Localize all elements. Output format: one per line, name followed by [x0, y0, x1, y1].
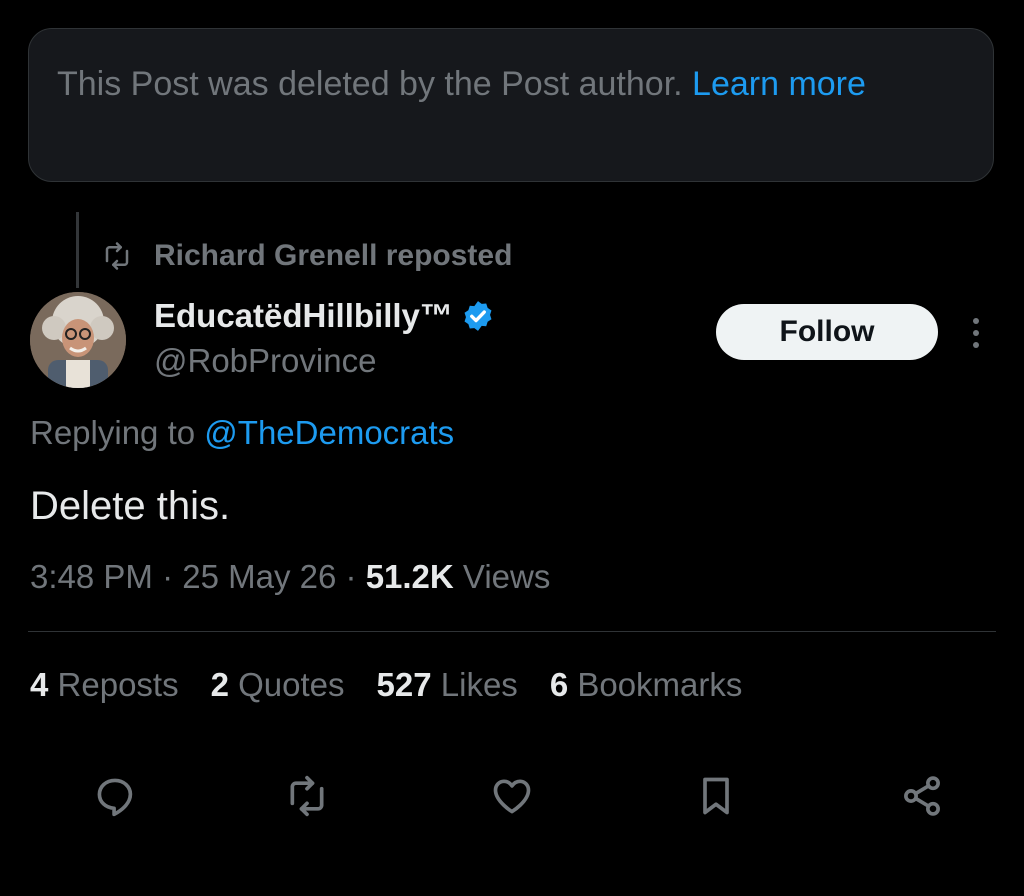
- author-display-name[interactable]: EducatëdHillbilly™: [154, 297, 453, 335]
- bookmarks-stat[interactable]: 6 Bookmarks: [550, 666, 743, 704]
- repost-icon: [105, 242, 129, 270]
- quotes-count: 2: [210, 666, 229, 703]
- views-label: Views: [462, 558, 551, 595]
- repost-context-text: Richard Grenell reposted: [154, 239, 513, 272]
- author-handle[interactable]: @RobProvince: [154, 342, 495, 380]
- follow-button[interactable]: Follow: [716, 304, 938, 360]
- reposts-count: 4: [30, 666, 49, 703]
- avatar-photo: [30, 292, 126, 388]
- more-options-icon[interactable]: [964, 316, 988, 350]
- likes-stat[interactable]: 527 Likes: [377, 666, 518, 704]
- post-meta: 3:48 PM · 25 May 26 · 51.2K Views: [30, 558, 550, 596]
- post-date[interactable]: 25 May 26: [182, 558, 336, 595]
- quotes-stat[interactable]: 2 Quotes: [211, 666, 345, 704]
- reposts-label: Reposts: [57, 666, 179, 703]
- divider: [28, 631, 996, 632]
- views-count: 51.2K: [365, 558, 454, 595]
- replying-to-line: Replying to @TheDemocrats: [30, 414, 454, 452]
- like-button[interactable]: [488, 772, 536, 820]
- deleted-notice-text: This Post was deleted by the Post author…: [57, 65, 683, 103]
- bookmark-button[interactable]: [692, 772, 740, 820]
- repost-context: Richard Grenell reposted: [102, 234, 512, 278]
- thread-connector-line: [76, 212, 79, 288]
- post-time[interactable]: 3:48 PM: [30, 558, 153, 595]
- repost-icon: [290, 775, 324, 817]
- share-button[interactable]: [898, 772, 946, 820]
- meta-separator: ·: [162, 558, 183, 595]
- repost-button[interactable]: [283, 772, 331, 820]
- engagement-stats: 4 Reposts 2 Quotes 527 Likes 6 Bookmarks: [30, 666, 774, 704]
- post-body: Delete this.: [30, 484, 231, 528]
- reply-icon: [97, 778, 133, 817]
- author-block: EducatëdHillbilly™ @RobProvince: [154, 292, 495, 380]
- quotes-label: Quotes: [238, 666, 345, 703]
- likes-label: Likes: [440, 666, 518, 703]
- bookmarks-count: 6: [549, 666, 569, 703]
- verified-badge-icon: [464, 301, 492, 331]
- likes-count: 527: [376, 666, 432, 703]
- learn-more-link[interactable]: Learn more: [692, 65, 866, 103]
- replying-to-prefix: Replying to: [30, 414, 196, 451]
- replying-to-mention[interactable]: @TheDemocrats: [204, 414, 454, 451]
- action-bar: [0, 772, 1024, 822]
- reply-button[interactable]: [91, 772, 139, 820]
- meta-separator: ·: [345, 558, 366, 595]
- reposts-stat[interactable]: 4 Reposts: [30, 666, 179, 704]
- bookmark-icon: [703, 777, 729, 815]
- avatar[interactable]: [30, 292, 126, 388]
- deleted-post-notice: This Post was deleted by the Post author…: [28, 28, 994, 182]
- author-name-row[interactable]: EducatëdHillbilly™: [154, 292, 495, 340]
- like-icon: [493, 779, 531, 814]
- bookmarks-label: Bookmarks: [577, 666, 743, 703]
- share-icon: [904, 776, 940, 816]
